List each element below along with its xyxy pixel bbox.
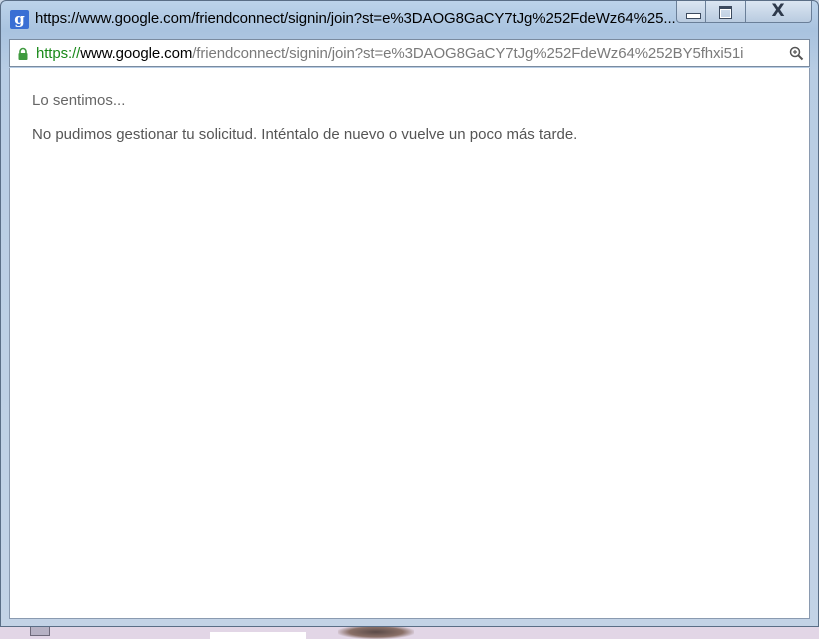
lock-icon — [18, 47, 28, 60]
taskbar-item[interactable] — [210, 632, 306, 639]
error-heading: Lo sentimos... — [32, 92, 126, 109]
google-g-icon: g — [10, 10, 29, 29]
window-title: https://www.google.com/friendconnect/sig… — [35, 10, 675, 27]
taskbar-thumbnail[interactable] — [338, 625, 414, 639]
title-bar[interactable]: g https://www.google.com/friendconnect/s… — [1, 1, 818, 39]
close-button[interactable]: X — [746, 1, 812, 23]
url-scheme: https:// — [36, 45, 81, 62]
minimize-button[interactable] — [676, 1, 706, 23]
address-bar[interactable]: https://www.google.com/friendconnect/sig… — [9, 39, 810, 67]
maximize-button[interactable] — [706, 1, 746, 23]
url-text[interactable]: https://www.google.com/friendconnect/sig… — [36, 45, 786, 62]
zoom-icon[interactable] — [789, 46, 804, 61]
url-path: /friendconnect/signin/join?st=e%3DAOG8Ga… — [192, 45, 744, 62]
maximize-icon — [719, 6, 732, 19]
close-icon: X — [771, 1, 785, 21]
error-message: No pudimos gestionar tu solicitud. Intén… — [32, 126, 578, 143]
popup-window: g https://www.google.com/friendconnect/s… — [0, 0, 819, 627]
url-domain: www.google.com — [80, 45, 193, 62]
page-content: Lo sentimos... No pudimos gestionar tu s… — [9, 68, 810, 619]
minimize-icon — [686, 13, 701, 19]
